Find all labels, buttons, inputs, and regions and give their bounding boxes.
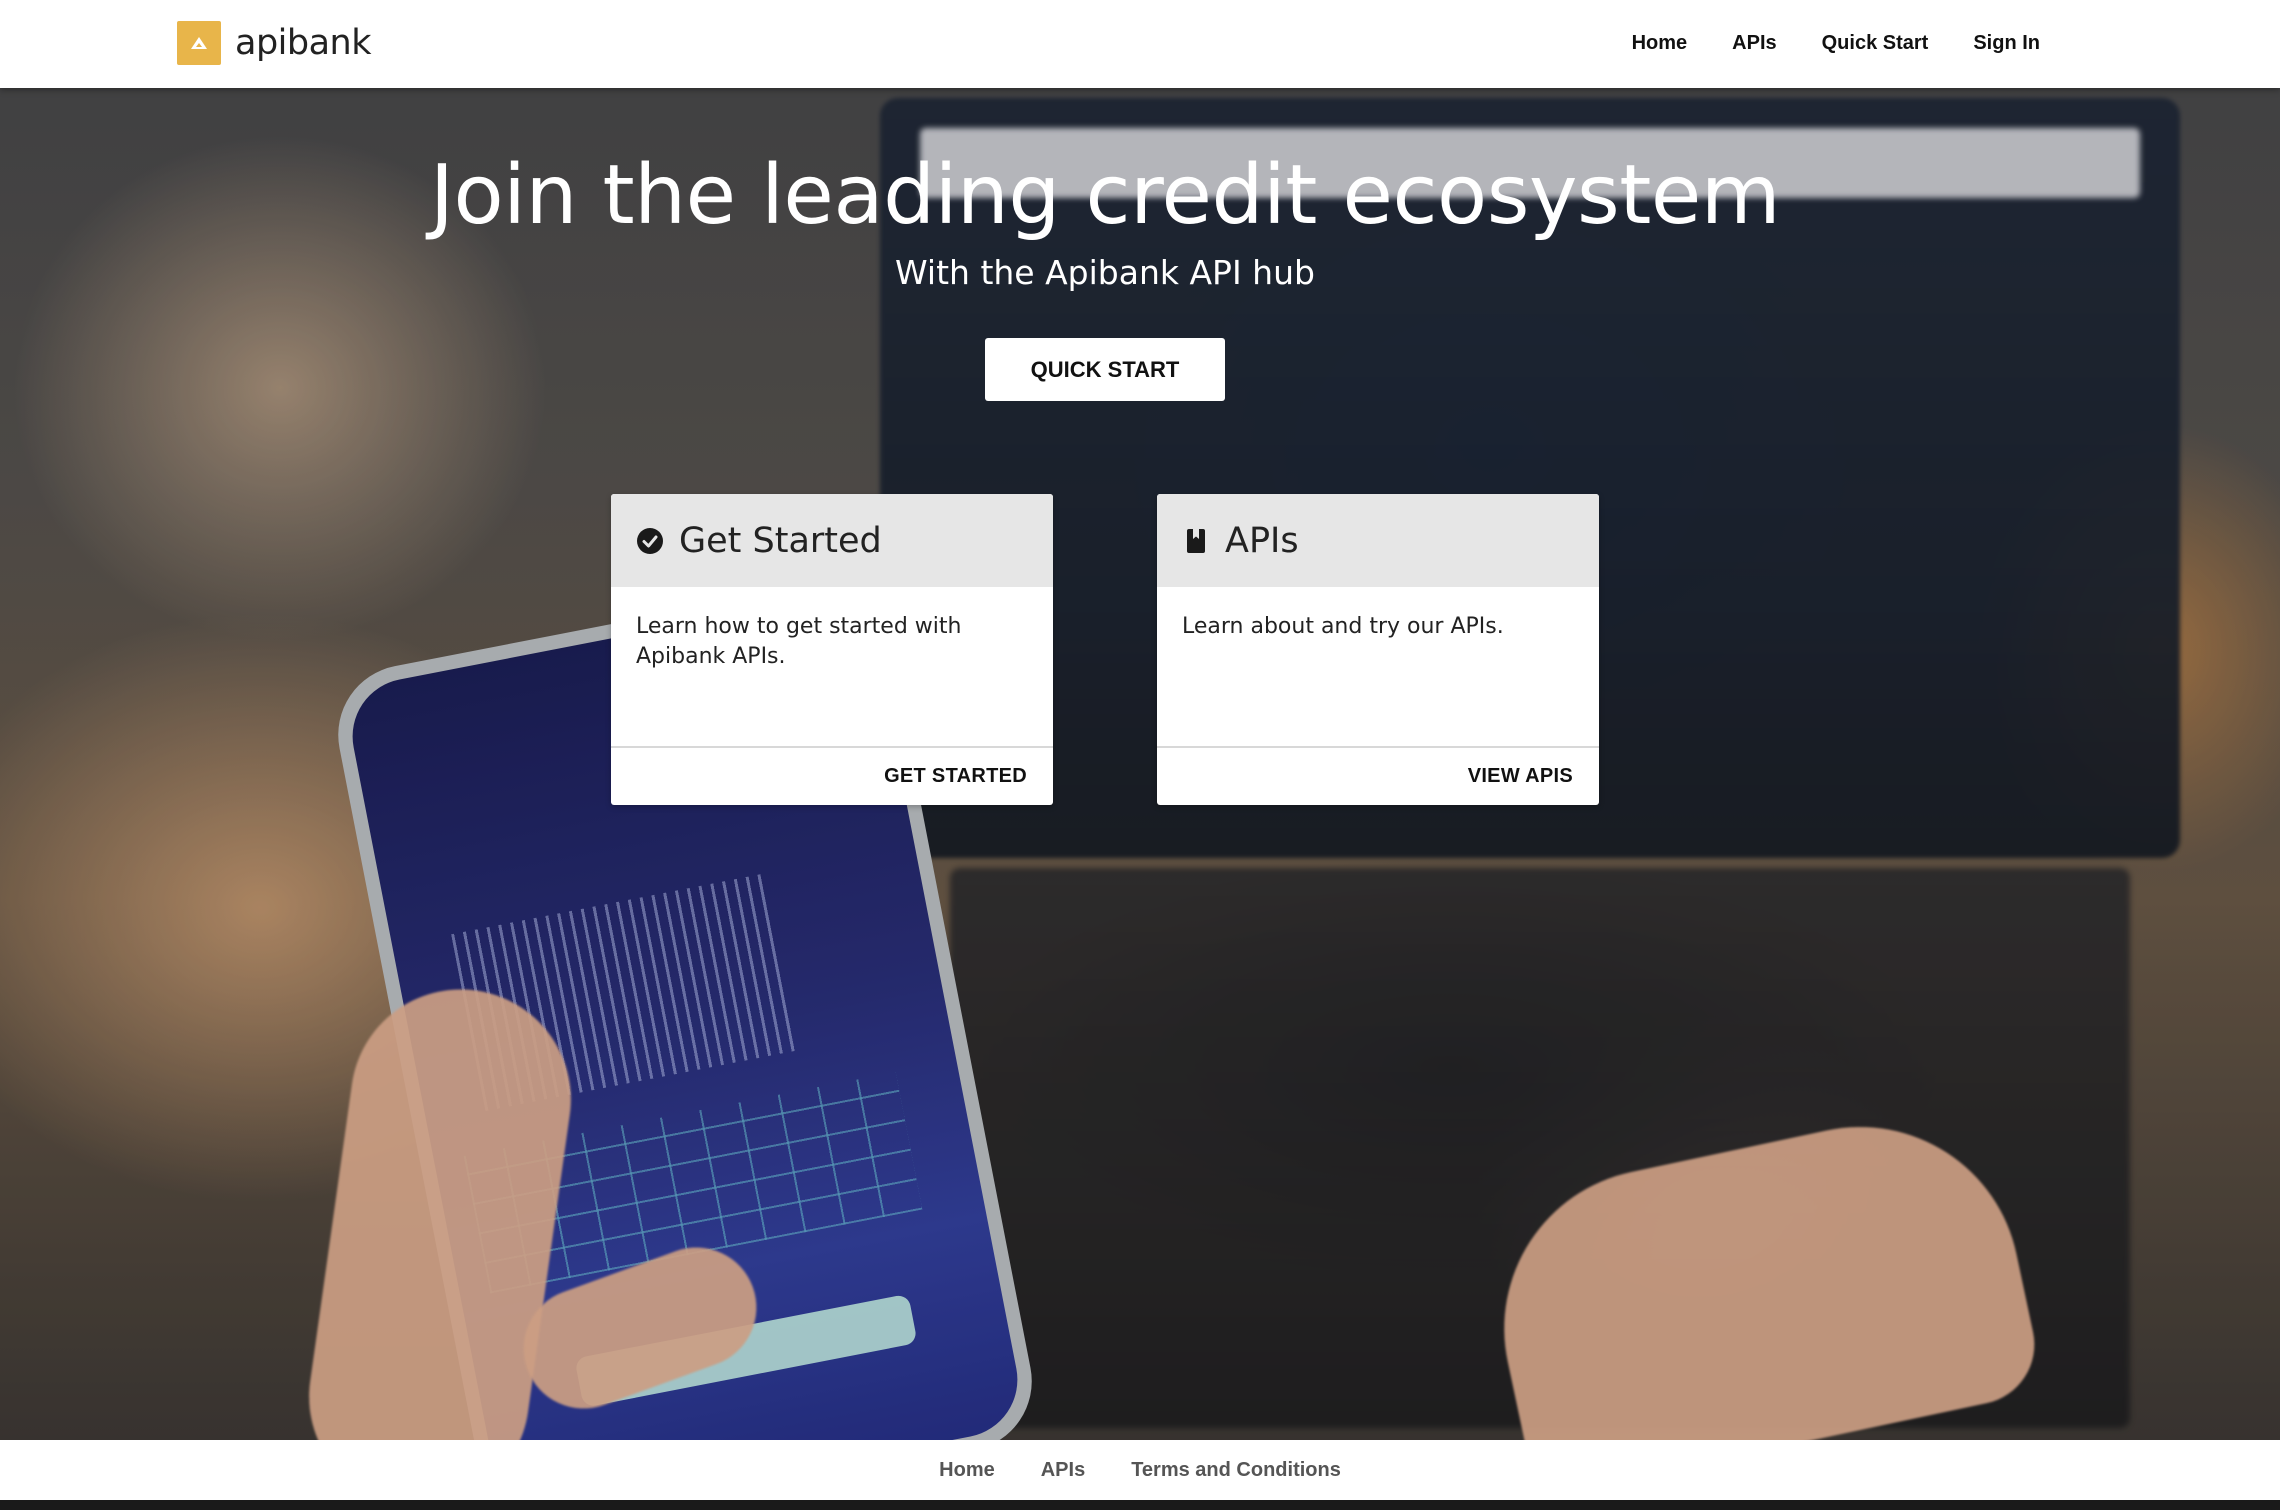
hero-title: Join the leading credit ecosystem	[429, 148, 1781, 243]
quick-start-button[interactable]: QUICK START	[985, 338, 1225, 401]
card-description: Learn about and try our APIs.	[1182, 614, 1504, 639]
card-title: Get Started	[679, 520, 882, 561]
apibank-logo-icon	[177, 21, 221, 65]
hero-subtitle: With the Apibank API hub	[895, 253, 1315, 292]
nav-sign-in-link[interactable]: Sign In	[1973, 32, 2040, 55]
nav-apis-link[interactable]: APIs	[1732, 32, 1776, 55]
card-footer: GET STARTED	[611, 748, 1053, 805]
card-header: Get Started	[611, 494, 1053, 587]
footer-bottom-bar	[0, 1500, 2280, 1510]
nav-quick-start-link[interactable]: Quick Start	[1822, 32, 1929, 55]
brand-logo-link[interactable]: apibank	[177, 21, 372, 65]
nav-home-link[interactable]: Home	[1632, 32, 1688, 55]
card-footer: VIEW APIS	[1157, 748, 1599, 805]
site-header: apibank Home APIs Quick Start Sign In	[0, 0, 2280, 88]
get-started-card: Get Started Learn how to get started wit…	[611, 494, 1053, 805]
card-title: APIs	[1225, 520, 1299, 561]
apis-card: APIs Learn about and try our APIs. VIEW …	[1157, 494, 1599, 805]
card-description: Learn how to get started with Apibank AP…	[636, 614, 962, 669]
footer-apis-link[interactable]: APIs	[1041, 1459, 1085, 1482]
footer-terms-link[interactable]: Terms and Conditions	[1131, 1459, 1341, 1482]
check-circle-icon	[636, 527, 664, 555]
site-footer: Home APIs Terms and Conditions	[0, 1440, 2280, 1500]
card-header: APIs	[1157, 494, 1599, 587]
footer-home-link[interactable]: Home	[939, 1459, 995, 1482]
get-started-button[interactable]: GET STARTED	[884, 765, 1027, 788]
top-nav: Home APIs Quick Start Sign In	[1587, 0, 2040, 86]
book-icon	[1182, 527, 1210, 555]
view-apis-button[interactable]: VIEW APIS	[1468, 765, 1573, 788]
brand-name: apibank	[235, 23, 372, 63]
hero-section: Join the leading credit ecosystem With t…	[0, 88, 2280, 1440]
